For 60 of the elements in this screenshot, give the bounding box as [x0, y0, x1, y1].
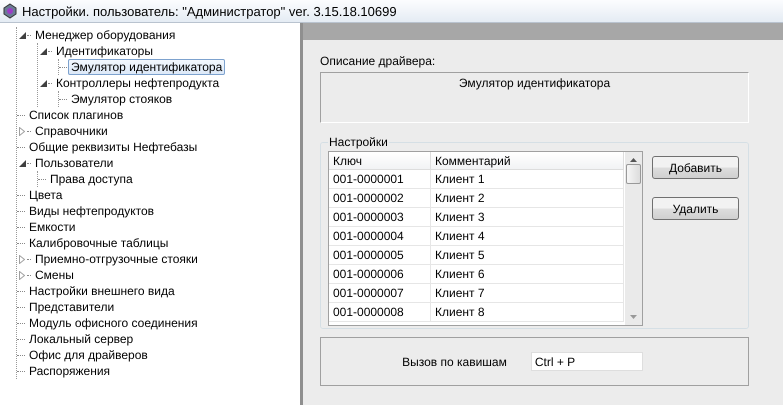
tree-item[interactable]: Локальный сервер	[26, 331, 136, 347]
table-cell: 001-0000003	[329, 208, 431, 227]
table-cell: Клиент 5	[431, 246, 624, 265]
table-cell: 001-0000008	[329, 303, 431, 322]
tree-item[interactable]: Настройки внешнего вида	[26, 283, 178, 299]
tree-item[interactable]: Контроллеры нефтепродукта	[53, 75, 222, 91]
table-cell: 001-0000002	[329, 189, 431, 208]
expanded-arrow-icon[interactable]	[40, 80, 46, 86]
table-cell: Клиент 8	[431, 303, 624, 322]
tree-item[interactable]: Приемно-отгрузочные стояки	[32, 251, 201, 267]
tree-item[interactable]: Список плагинов	[26, 107, 126, 123]
description-label: Описание драйвера:	[320, 54, 436, 68]
action-button[interactable]: Удалить	[652, 197, 739, 220]
group-title: Настройки	[328, 135, 389, 149]
table-cell: Клиент 1	[431, 170, 624, 189]
tree-item[interactable]: Виды нефтепродуктов	[26, 203, 157, 219]
tree-item[interactable]: Емкости	[26, 219, 79, 235]
tree-item[interactable]: Распоряжения	[26, 363, 114, 379]
expanded-arrow-icon[interactable]	[18, 32, 26, 38]
table-cell: 001-0000001	[329, 170, 431, 189]
tree-item[interactable]: Офис для драйверов	[26, 347, 151, 363]
table-cell: Клиент 2	[431, 189, 624, 208]
tree-item[interactable]: Калибровочные таблицы	[26, 235, 172, 251]
table-cell: Клиент 4	[431, 227, 624, 246]
expanded-arrow-icon[interactable]	[40, 48, 46, 54]
expanded-arrow-icon[interactable]	[18, 160, 26, 166]
table-cell: Клиент 7	[431, 284, 624, 303]
tree-item[interactable]: Пользователи	[32, 155, 116, 171]
scrollbar[interactable]	[625, 152, 642, 325]
description-box: Эмулятор идентификатора	[320, 72, 749, 123]
tree-item[interactable]: Идентификаторы	[53, 43, 156, 59]
tree-item[interactable]: Эмулятор идентификатора	[68, 59, 226, 75]
tree-item[interactable]: Цвета	[26, 187, 66, 203]
table-cell: Клиент 6	[431, 265, 624, 284]
tree-item[interactable]: Менеджер оборудования	[32, 27, 178, 43]
scroll-thumb[interactable]	[626, 164, 641, 184]
window-title: Настройки. пользователь: "Администратор" ver. 3.15.18.10699	[22, 4, 397, 18]
tree-item[interactable]: Справочники	[32, 123, 111, 139]
scroll-down-icon[interactable]	[630, 315, 637, 319]
tree-item[interactable]: Эмулятор стояков	[68, 91, 176, 107]
table-cell: 001-0000004	[329, 227, 431, 246]
table-cell: 001-0000005	[329, 246, 431, 265]
collapsed-arrow-icon[interactable]	[19, 126, 25, 136]
hotkey-label: Вызов по кавишам	[402, 354, 507, 368]
column-header[interactable]: Комментарий	[431, 152, 624, 170]
app-icon	[2, 3, 18, 19]
tree-item[interactable]: Общие реквизиты Нефтебазы	[26, 139, 200, 155]
tree-item[interactable]: Представители	[26, 299, 118, 315]
collapsed-arrow-icon[interactable]	[19, 270, 25, 280]
tree-item[interactable]: Права доступа	[47, 171, 136, 187]
action-button[interactable]: Добавить	[652, 156, 739, 179]
tree-item[interactable]: Модуль офисного соединения	[26, 315, 201, 331]
table-cell: 001-0000006	[329, 265, 431, 284]
table-cell: Клиент 3	[431, 208, 624, 227]
collapsed-arrow-icon[interactable]	[19, 254, 25, 264]
scroll-up-icon[interactable]	[630, 158, 637, 162]
column-header[interactable]: Ключ	[329, 152, 431, 170]
hotkey-field[interactable]: Ctrl + P	[530, 352, 643, 371]
tree-item[interactable]: Смены	[32, 267, 77, 283]
table-cell: 001-0000007	[329, 284, 431, 303]
